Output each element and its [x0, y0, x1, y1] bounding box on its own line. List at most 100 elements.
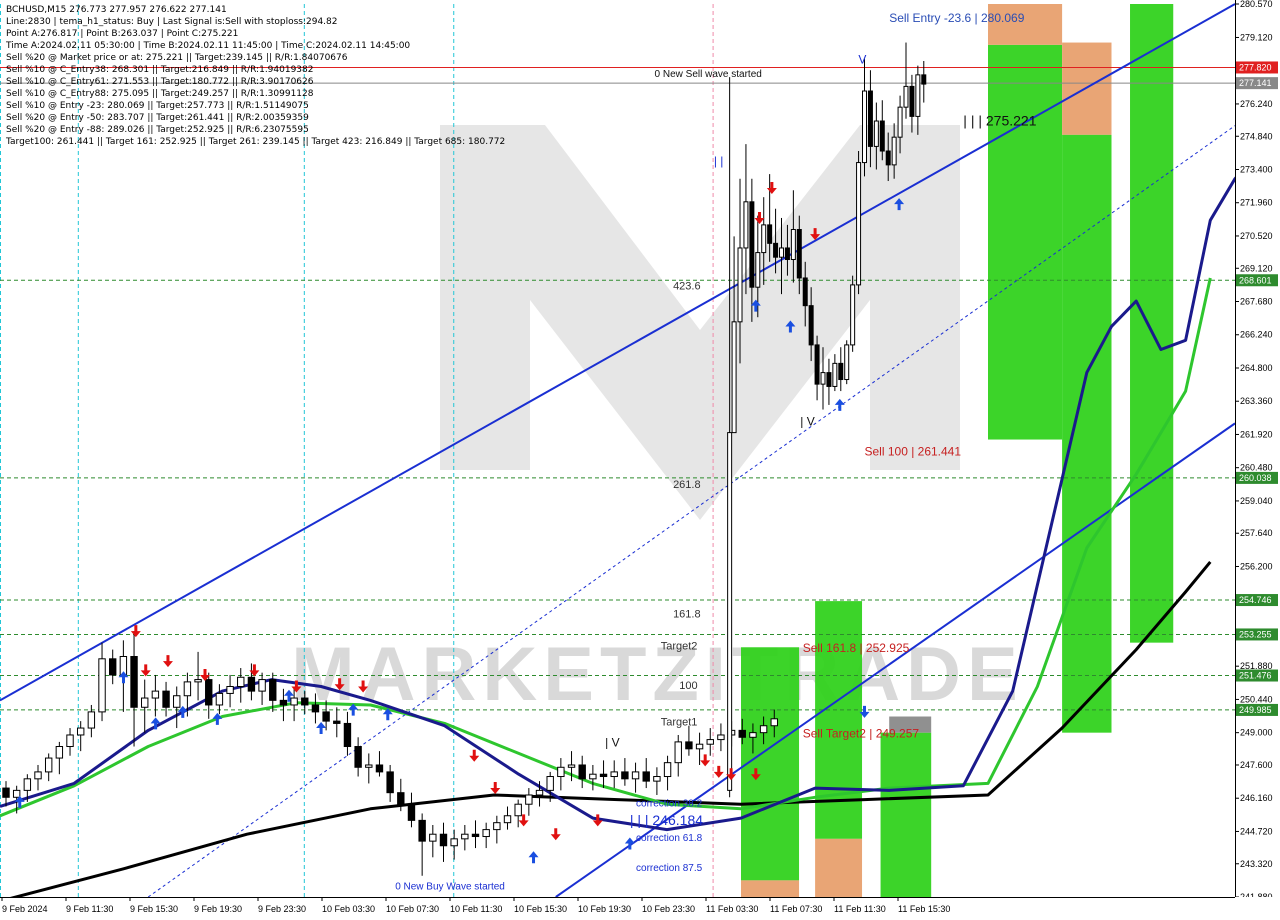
candle-body: [631, 771, 640, 780]
watermark-text: MARKETZITRADE: [291, 632, 1023, 717]
candle-body: [141, 697, 149, 708]
target-zone: [1130, 4, 1174, 643]
target-zone: [880, 732, 932, 897]
price-level-tag-label: 268.601: [1239, 275, 1272, 285]
candle-body: [767, 224, 773, 244]
candle-body: [535, 789, 544, 796]
candle-body: [311, 704, 320, 713]
candle-body: [301, 697, 309, 706]
candle-body: [743, 201, 749, 249]
candle-body: [685, 741, 693, 750]
candle-body: [737, 247, 743, 323]
candle-body: [450, 838, 458, 847]
candle-body: [247, 676, 256, 692]
candle-body: [279, 699, 288, 706]
time-axis-label: 10 Feb 11:30: [450, 904, 502, 914]
candle-body: [525, 794, 533, 805]
candle-body: [2, 787, 10, 798]
price-axis-label: 246.160: [1240, 793, 1273, 803]
candle-body: [808, 305, 814, 346]
price-level-tag-label: 260.038: [1239, 473, 1272, 483]
price-level-tag-label: 254.746: [1239, 595, 1272, 605]
candle-body: [674, 741, 682, 764]
info-line: Point A:276.817 | Point B:263.037 | Poin…: [6, 29, 239, 39]
time-axis-label: 11 Feb 11:30: [834, 904, 886, 914]
candle-body: [915, 74, 921, 117]
candle-body: [12, 789, 21, 798]
price-axis-label: 249.000: [1240, 728, 1273, 738]
target-zone: [741, 647, 800, 881]
candle-body: [354, 746, 362, 768]
chart-annotation: 0 New Buy Wave started: [395, 882, 505, 893]
candle-body: [820, 372, 826, 385]
info-line: Line:2830 | tema_h1_status: Buy | Last S…: [6, 17, 338, 27]
candle-body: [727, 432, 733, 791]
price-axis-label: 271.960: [1240, 198, 1273, 208]
candle-body: [44, 757, 53, 773]
candle-body: [802, 277, 808, 307]
candle-body: [844, 344, 850, 381]
candle-body: [749, 732, 757, 738]
chart-annotation: Sell Entry -23.6 | 280.069: [889, 11, 1025, 25]
candle-body: [194, 679, 202, 683]
candle-body: [850, 284, 856, 346]
candle-body: [205, 679, 213, 706]
price-axis-label: 261.920: [1240, 429, 1273, 439]
time-axis-label: 9 Feb 11:30: [66, 904, 113, 914]
chart-annotation: Sell Target2 | 249.257: [803, 726, 920, 740]
price-axis-label: 250.440: [1240, 694, 1273, 704]
info-line: Sell %10 @ C_Entry38: 268.301 || Target:…: [6, 65, 314, 75]
price-axis-label: 263.360: [1240, 396, 1273, 406]
candle-body: [397, 792, 405, 805]
candle-body: [784, 247, 790, 261]
candle-body: [237, 676, 245, 688]
candle-body: [867, 90, 873, 147]
time-axis-label: 9 Feb 23:30: [258, 904, 306, 914]
candle-body: [322, 711, 330, 722]
time-axis-label: 9 Feb 15:30: [130, 904, 178, 914]
candle-body: [770, 718, 778, 727]
candle-body: [514, 803, 522, 817]
candle: [856, 151, 862, 295]
price-axis-label: 264.800: [1240, 363, 1273, 373]
candle-body: [891, 136, 897, 166]
time-axis-label: 10 Feb 03:30: [322, 904, 375, 914]
price-axis-label: 260.480: [1240, 463, 1273, 473]
candle-body: [183, 681, 192, 697]
price-axis-label: 259.040: [1240, 496, 1273, 506]
candle: [844, 340, 850, 385]
price-axis-label: 256.200: [1240, 561, 1273, 571]
chart-annotation: 261.8: [673, 479, 701, 491]
target-zone: [988, 44, 1063, 440]
price-axis-label: 267.680: [1240, 297, 1273, 307]
time-axis-background: [0, 897, 1280, 920]
time-axis-label: 10 Feb 23:30: [642, 904, 695, 914]
candle-body: [903, 85, 909, 108]
price-axis-label: 269.120: [1240, 263, 1273, 273]
candle-body: [503, 815, 512, 824]
info-line: Sell %10 @ C_Entry61: 271.553 || Target:…: [6, 77, 314, 87]
candle-body: [215, 692, 224, 706]
chart-annotation: 161.8: [673, 608, 701, 620]
price-axis-label: 274.840: [1240, 131, 1273, 141]
price-level-tag-label: 277.141: [1239, 78, 1272, 88]
candle-body: [365, 764, 373, 768]
candle-body: [269, 679, 277, 701]
price-axis-label: 280.570: [1240, 0, 1273, 9]
chart-annotation: | | | 275.221: [963, 113, 1036, 129]
chart-annotation: correction 38.2: [636, 799, 703, 810]
chart-annotation: | |: [714, 154, 724, 168]
candle-body: [173, 695, 181, 708]
candle-body: [258, 679, 266, 692]
time-axis-label: 11 Feb 03:30: [706, 904, 758, 914]
candle-body: [862, 90, 867, 164]
candle-body: [546, 776, 554, 791]
chart-annotation: correction 61.8: [636, 833, 703, 844]
info-line: BCHUSD,M15 276.773 277.957 276.622 277.1…: [6, 5, 227, 15]
price-level-tag-label: 249.985: [1239, 705, 1272, 715]
candle-body: [738, 729, 746, 738]
candle-body: [98, 658, 106, 713]
candle-body: [386, 771, 394, 794]
info-line: Sell %20 @ Entry -50: 283.707 || Target:…: [6, 113, 309, 123]
indicator-info-panel: BCHUSD,M15 276.773 277.957 276.622 277.1…: [6, 4, 505, 148]
